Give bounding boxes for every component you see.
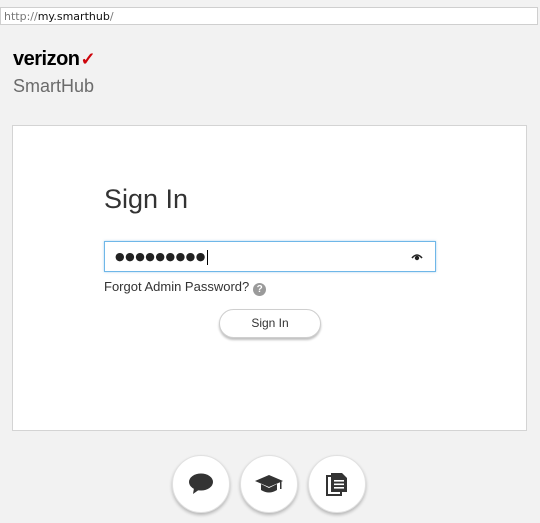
text-caret [206, 249, 208, 265]
learn-button[interactable] [240, 455, 298, 513]
address-host: my.smarthub [37, 10, 110, 23]
brand-header: verizon✓ SmartHub [13, 48, 96, 96]
chat-bubble-icon [189, 473, 213, 494]
eye-icon[interactable] [411, 252, 423, 262]
logo-wordmark: verizon [13, 48, 80, 70]
help-icon[interactable]: ? [253, 283, 267, 296]
page-title: Sign In [104, 184, 189, 214]
password-field[interactable]: ●●●●●●●●● [104, 241, 436, 272]
address-path: / [109, 10, 114, 23]
forgot-password-link[interactable]: Forgot Admin Password?? [104, 279, 267, 296]
address-scheme: http:// [4, 10, 38, 23]
sign-in-button[interactable]: Sign In [219, 309, 321, 338]
product-name: SmartHub [13, 76, 95, 96]
forgot-password-label: Forgot Admin Password? [104, 279, 250, 294]
chat-button[interactable] [172, 455, 230, 513]
address-bar[interactable]: http://my.smarthub/ [0, 7, 538, 25]
password-value: ●●●●●●●●● [115, 249, 208, 265]
graduation-cap-icon [255, 475, 283, 493]
documents-button[interactable] [308, 455, 366, 513]
logo-check-mark: ✓ [80, 49, 96, 69]
signin-card: Sign In ●●●●●●●●● Forgot Admin Password?… [12, 125, 527, 431]
verizon-logo: verizon✓ [13, 48, 96, 70]
document-icon [326, 473, 347, 496]
